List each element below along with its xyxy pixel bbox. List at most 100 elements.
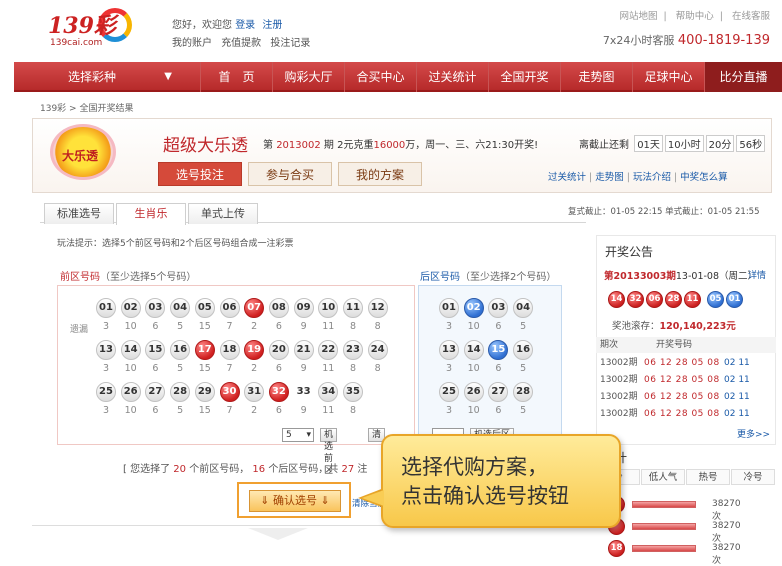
back-ball-26[interactable]: 26: [463, 382, 484, 402]
nav-lottery-hall[interactable]: 购彩大厅: [272, 62, 344, 92]
stats-ball: 18: [608, 540, 625, 557]
front-ball-01[interactable]: 01: [96, 298, 116, 318]
nav-draw-results[interactable]: 全国开奖: [488, 62, 560, 92]
nav-group-buy[interactable]: 合买中心: [344, 62, 416, 92]
draw-red-ball: 11: [684, 291, 701, 308]
tab-pick-bet[interactable]: 选号投注: [158, 162, 242, 186]
front-ball-24[interactable]: 24: [367, 340, 388, 360]
more-link[interactable]: 更多>>: [737, 427, 770, 440]
subtab-zodiac[interactable]: 生肖乐: [116, 203, 186, 225]
tab-my-plans[interactable]: 我的方案: [338, 162, 422, 186]
front-ball-05[interactable]: 05: [194, 298, 215, 318]
front-miss: 8: [349, 321, 357, 332]
stats-tab-low-pop[interactable]: 低人气: [641, 469, 685, 485]
bet-record-link[interactable]: 投注记录: [270, 38, 310, 49]
front-ball-21[interactable]: 21: [293, 340, 314, 360]
site-logo[interactable]: 139彩: [48, 8, 116, 40]
subtab-standard[interactable]: 标准选号: [44, 203, 114, 224]
link-trend[interactable]: 走势图: [595, 172, 624, 183]
register-link[interactable]: 注册: [262, 20, 282, 31]
confirm-button[interactable]: ⇓ 确认选号 ⇓: [249, 490, 341, 512]
stats-count: 38270次: [712, 521, 741, 544]
front-ball-20[interactable]: 20: [268, 340, 289, 360]
sitemap-link[interactable]: 网站地图: [619, 11, 657, 22]
issue-prefix: 第: [263, 140, 273, 151]
front-ball-29[interactable]: 29: [194, 382, 215, 402]
front-ball-32[interactable]: 32: [268, 382, 289, 402]
back-ball-13[interactable]: 13: [439, 340, 459, 360]
front-miss: 2: [251, 405, 258, 416]
panel-arrow-icon: [248, 528, 308, 540]
draw-detail-link[interactable]: 详情: [748, 268, 766, 281]
back-ball-02[interactable]: 02: [463, 298, 484, 318]
top-links: 网站地图 | 帮助中心 | 在线客服: [619, 11, 770, 22]
issue-info: 第 2013002 期 2元克重16000万，周一、三、六21:30开奖!: [263, 136, 538, 151]
tab-join-group[interactable]: 参与合买: [248, 162, 332, 186]
random-count-select[interactable]: 5 ▾: [282, 428, 314, 442]
front-ball-11[interactable]: 11: [343, 298, 363, 318]
front-miss: 9: [300, 321, 307, 332]
back-miss: 10: [467, 321, 480, 332]
front-miss: 11: [322, 405, 335, 416]
summary-back-count: 16: [252, 464, 266, 475]
my-account-link[interactable]: 我的账户: [172, 38, 212, 49]
front-ball-35[interactable]: 35: [343, 382, 363, 402]
subtab-upload[interactable]: 单式上传: [188, 203, 258, 224]
stats-bar: [632, 523, 696, 530]
history-row: 13002期 06 12 28 05 08 02 11: [598, 389, 774, 405]
deadline-text: 复式截止：01-05 22:15 单式截止：01-05 21:55: [568, 207, 760, 217]
summary-t4: 注: [357, 464, 368, 475]
nav-football[interactable]: 足球中心: [632, 62, 704, 92]
stats-tab-cold-num[interactable]: 冷号: [731, 469, 775, 485]
front-ball-16[interactable]: 16: [170, 340, 191, 360]
link-pass-stats[interactable]: 过关统计: [548, 172, 586, 183]
front-ball-26[interactable]: 26: [120, 382, 141, 402]
countdown-label: 离截止还剩: [579, 140, 629, 151]
login-link[interactable]: 登录: [235, 20, 255, 31]
stats-tab-hot[interactable]: 热号: [686, 469, 730, 485]
front-ball-08[interactable]: 08: [268, 298, 289, 318]
countdown-hours: 10小时: [664, 135, 704, 152]
back-ball-14[interactable]: 14: [463, 340, 484, 360]
front-ball-06[interactable]: 06: [219, 298, 240, 318]
random-front-button[interactable]: 机选前区: [320, 428, 338, 476]
front-ball-14[interactable]: 14: [120, 340, 141, 360]
nav-pass-stats[interactable]: 过关统计: [416, 62, 488, 92]
front-ball-13[interactable]: 13: [96, 340, 116, 360]
front-ball-23[interactable]: 23: [343, 340, 363, 360]
back-ball-25[interactable]: 25: [439, 382, 459, 402]
front-ball-04[interactable]: 04: [170, 298, 191, 318]
front-ball-17[interactable]: 17: [194, 340, 215, 360]
nav-trend[interactable]: 走势图: [560, 62, 632, 92]
nav-live-score[interactable]: 比分直播: [704, 62, 782, 92]
help-link[interactable]: 帮助中心: [676, 11, 714, 22]
front-ball-30[interactable]: 30: [219, 382, 240, 402]
back-miss: 3: [445, 363, 453, 374]
front-ball-09[interactable]: 09: [293, 298, 314, 318]
back-ball-16[interactable]: 16: [513, 340, 534, 360]
back-miss: 3: [445, 405, 453, 416]
back-ball-04[interactable]: 04: [513, 298, 534, 318]
back-ball-28[interactable]: 28: [513, 382, 534, 402]
front-ball-18[interactable]: 18: [219, 340, 240, 360]
nav-home[interactable]: 首 页: [200, 62, 272, 92]
back-miss: 6: [495, 321, 502, 332]
stats-count: 38270次: [712, 543, 741, 566]
breadcrumb[interactable]: 139彩 > 全国开奖结果: [40, 101, 133, 114]
logo-domain: 139cai.com: [50, 38, 103, 48]
history-row: 13002期 06 12 28 05 08 02 11: [598, 406, 774, 422]
front-ball-33[interactable]: 33: [294, 382, 314, 402]
front-miss: 5: [177, 321, 184, 332]
front-ball-25[interactable]: 25: [96, 382, 116, 402]
link-prize-calc[interactable]: 中奖怎么算: [680, 172, 728, 183]
recharge-link[interactable]: 充值提款: [221, 38, 261, 49]
link-rules[interactable]: 玩法介绍: [633, 172, 671, 183]
front-ball-28[interactable]: 28: [170, 382, 191, 402]
main-nav: 选择彩种 ▼ 首 页 购彩大厅 合买中心 过关统计 全国开奖 走势图 足球中心 …: [14, 62, 782, 92]
miss-label: 遗漏: [70, 325, 89, 335]
support-link[interactable]: 在线客服: [732, 11, 770, 22]
lottery-select[interactable]: 选择彩种 ▼: [32, 62, 190, 92]
back-ball-01[interactable]: 01: [439, 298, 459, 318]
front-ball-02[interactable]: 02: [120, 298, 141, 318]
front-ball-12[interactable]: 12: [367, 298, 388, 318]
